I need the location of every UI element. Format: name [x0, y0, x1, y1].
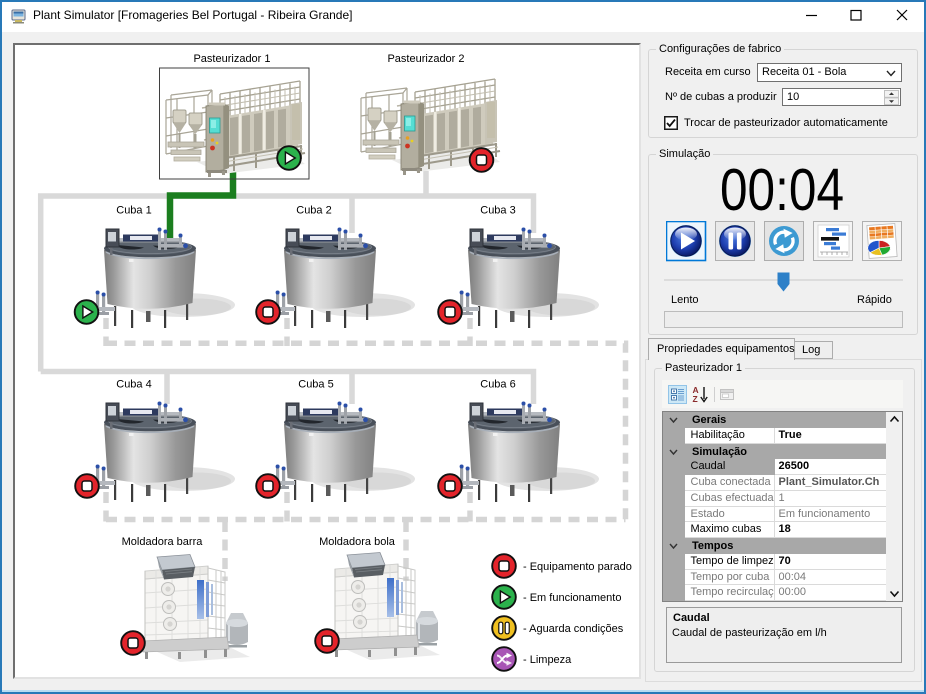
svg-text:- Limpeza: - Limpeza	[523, 654, 572, 666]
svg-text:- Equipamento parado: - Equipamento parado	[523, 561, 632, 573]
svg-text:Cuba 2: Cuba 2	[296, 205, 331, 217]
svg-text:Cuba 1: Cuba 1	[116, 205, 151, 217]
svg-text:Cuba 3: Cuba 3	[480, 205, 515, 217]
svg-text:Cuba 5: Cuba 5	[298, 379, 333, 391]
svg-text:Moldadora bola: Moldadora bola	[319, 536, 396, 548]
svg-text:Cuba 6: Cuba 6	[480, 379, 515, 391]
svg-text:Z: Z	[693, 394, 698, 404]
svg-text:Pasteurizador 2: Pasteurizador 2	[387, 53, 464, 65]
svg-text:Pasteurizador 1: Pasteurizador 1	[193, 53, 270, 65]
svg-text:Moldadora barra: Moldadora barra	[122, 536, 204, 548]
svg-text:- Aguarda condições: - Aguarda condições	[523, 623, 624, 635]
svg-text:Cuba 4: Cuba 4	[116, 379, 151, 391]
svg-text:- Em funcionamento: - Em funcionamento	[523, 592, 621, 604]
